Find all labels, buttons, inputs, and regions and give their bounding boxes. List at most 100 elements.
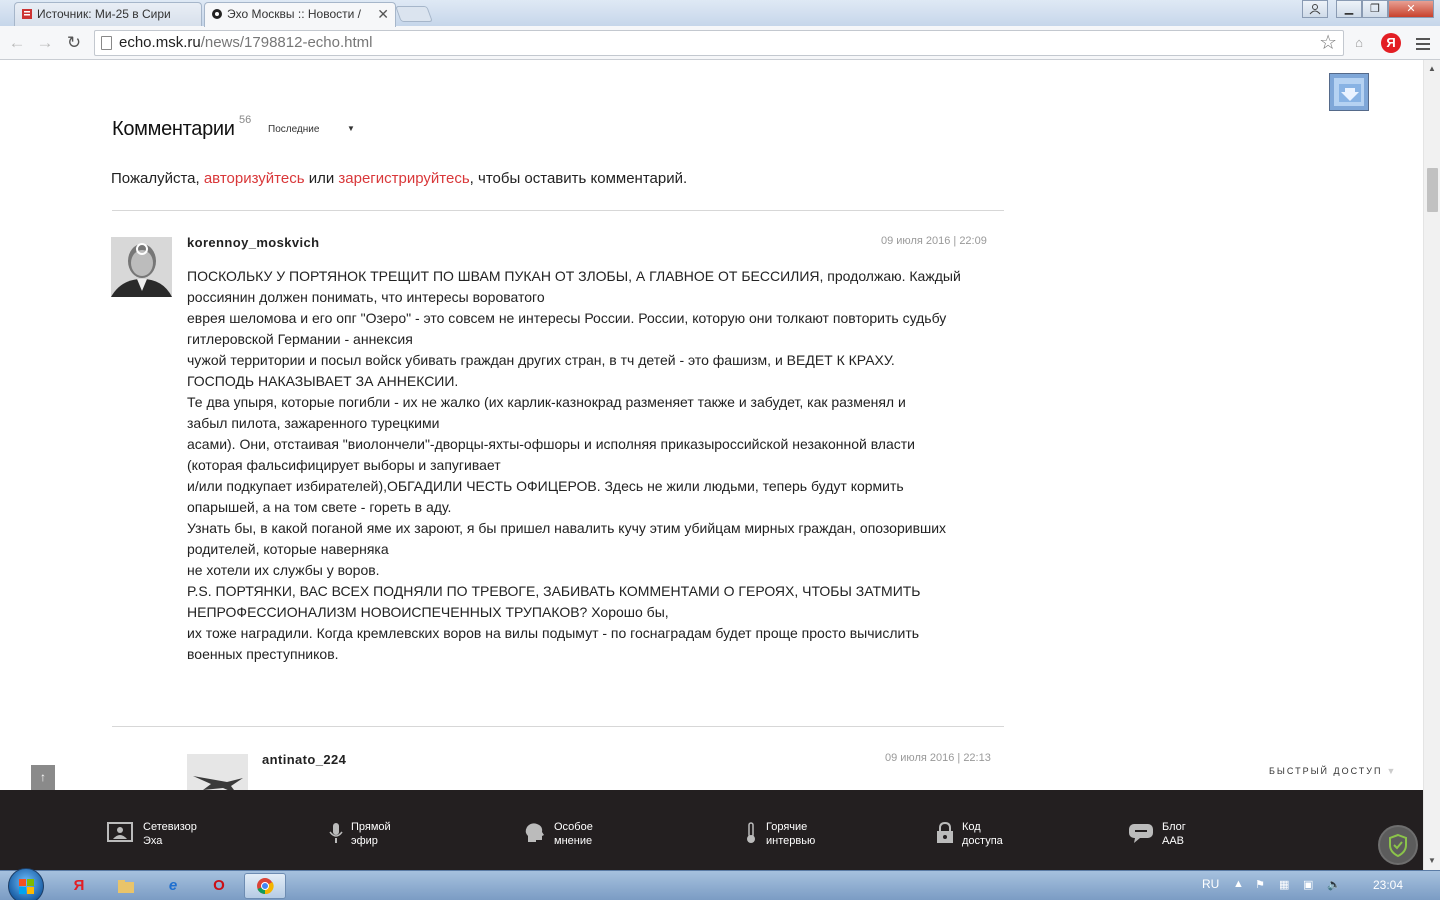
comment-line: военных преступников. xyxy=(187,646,339,662)
close-window-button[interactable]: ✕ xyxy=(1388,0,1434,18)
comment-timestamp: 09 июля 2016 | 22:09 xyxy=(881,235,987,247)
nav-label: доступа xyxy=(962,835,1003,847)
protection-button[interactable] xyxy=(1378,825,1418,865)
quick-access-toggle[interactable]: БЫСТРЫЙ ДОСТУП ▼ xyxy=(1269,766,1397,776)
auth-prompt: Пожалуйста, авторизуйтесь или зарегистри… xyxy=(111,170,687,187)
reload-button[interactable]: ↻ xyxy=(63,32,85,54)
user-photo xyxy=(187,754,248,790)
comment-line: P.S. ПОРТЯНКИ, ВАС ВСЕХ ПОДНЯЛИ ПО ТРЕВО… xyxy=(187,583,921,599)
browser-titlebar: Источник: Ми-25 в Сири Эхо Москвы :: Нов… xyxy=(0,0,1440,27)
yandex-extension-icon[interactable]: Я xyxy=(1381,33,1401,53)
tab-source[interactable]: Источник: Ми-25 в Сири xyxy=(14,2,202,26)
download-button[interactable] xyxy=(1329,73,1369,111)
clock[interactable]: 23:04 xyxy=(1373,878,1403,892)
language-indicator[interactable]: RU xyxy=(1202,877,1219,891)
speech-bubble-icon xyxy=(1128,822,1154,844)
explorer-taskbar-icon[interactable] xyxy=(105,873,147,899)
back-button[interactable]: ← xyxy=(6,32,28,54)
scroll-down-arrow-icon[interactable]: ▼ xyxy=(1428,856,1436,865)
start-button[interactable] xyxy=(8,868,44,900)
bookmark-star-icon[interactable]: ☆ xyxy=(1319,31,1337,55)
extension-icon[interactable]: ⌂ xyxy=(1348,32,1370,54)
nav-label: Сетевизор xyxy=(143,821,197,833)
document-favicon-icon xyxy=(22,9,32,19)
windows-logo-icon xyxy=(19,879,34,894)
chrome-taskbar-icon[interactable] xyxy=(244,873,286,899)
login-link[interactable]: авторизуйтесь xyxy=(204,170,305,187)
page-icon xyxy=(101,36,112,50)
comments-count: 56 xyxy=(239,114,252,126)
comment-line: еврея шеломова и его опг "Озеро" - это с… xyxy=(187,310,947,326)
comment-line: забыл пилота, зажаренного турецкими xyxy=(187,415,440,431)
arrow-up-icon: ↑ xyxy=(40,770,46,784)
minimize-icon: ▁ xyxy=(1344,3,1354,15)
tab-close-icon[interactable]: ✕ xyxy=(377,3,389,25)
nav-label: Горячие xyxy=(766,821,808,833)
comment-body: ПОСКОЛЬКУ У ПОРТЯНОК ТРЕЩИТ ПО ШВАМ ПУКА… xyxy=(187,266,1007,665)
scroll-up-arrow-icon[interactable]: ▲ xyxy=(1428,64,1436,73)
opera-taskbar-icon[interactable]: O xyxy=(198,873,240,899)
internet-explorer-taskbar-icon[interactable]: e xyxy=(152,873,194,899)
head-icon xyxy=(522,822,548,844)
profile-button[interactable] xyxy=(1302,0,1328,18)
nav-label: ААВ xyxy=(1162,835,1185,847)
avatar[interactable] xyxy=(187,754,248,790)
user-photo xyxy=(111,237,172,297)
comments-title: Комментарии xyxy=(112,118,235,140)
microphone-icon xyxy=(323,822,349,844)
nav-label: Прямой xyxy=(351,821,391,833)
url-domain: echo.msk.ru xyxy=(119,34,201,51)
comment-timestamp: 09 июля 2016 | 22:13 xyxy=(885,752,991,764)
tv-icon xyxy=(107,822,133,844)
comment-username[interactable]: antinato_224 xyxy=(262,752,346,767)
nav-label: интервью xyxy=(766,835,816,847)
echo-favicon-icon xyxy=(212,9,222,19)
auth-prefix: Пожалуйста, xyxy=(111,170,204,187)
nav-label: Код xyxy=(962,821,981,833)
yandex-label: Я xyxy=(1386,35,1396,50)
arrow-left-icon: ← xyxy=(8,33,26,52)
comment-line: асами). Они, отстаивая "виолончели"-двор… xyxy=(187,436,915,452)
tray-windows-icon[interactable]: ▦ xyxy=(1279,878,1289,891)
scroll-top-button[interactable]: ↑ xyxy=(31,765,55,790)
volume-icon[interactable]: 🔈 xyxy=(1327,878,1341,891)
auth-suffix: , чтобы оставить комментарий. xyxy=(469,170,688,187)
sort-dropdown[interactable]: Последние xyxy=(268,124,319,135)
url-text[interactable]: echo.msk.ru/news/1798812-echo.html xyxy=(119,31,372,55)
scrollbar-thumb[interactable] xyxy=(1427,168,1438,212)
nav-label: эфир xyxy=(351,835,378,847)
quick-access-label: БЫСТРЫЙ ДОСТУП xyxy=(1269,766,1383,776)
restore-icon: ❐ xyxy=(1370,3,1380,15)
arrow-right-icon: → xyxy=(36,33,54,52)
minimize-button[interactable]: ▁ xyxy=(1336,0,1362,18)
avatar[interactable] xyxy=(111,237,172,297)
divider xyxy=(112,726,1004,727)
comment-username[interactable]: korennoy_moskvich xyxy=(187,235,320,250)
new-tab-button[interactable] xyxy=(395,6,433,22)
tab-label: Эхо Москвы :: Новости / xyxy=(227,7,362,21)
chrome-menu-icon[interactable] xyxy=(1416,38,1430,53)
page-viewport: Комментарии 56 Последние ▼ Пожалуйста, а… xyxy=(0,60,1423,790)
comment-line: ПОСКОЛЬКУ У ПОРТЯНОК ТРЕЩИТ ПО ШВАМ ПУКА… xyxy=(187,268,961,284)
action-center-flag-icon[interactable]: ⚑ xyxy=(1255,878,1265,891)
comment-line: не хотели их службы у воров. xyxy=(187,562,380,578)
shield-icon xyxy=(1389,833,1407,858)
maximize-button[interactable]: ❐ xyxy=(1362,0,1388,18)
comment-line: их тоже наградили. Когда кремлевских вор… xyxy=(187,625,920,641)
comment-line: чужой территории и посыл войск убивать г… xyxy=(187,352,895,368)
vertical-scrollbar[interactable]: ▲ ▼ xyxy=(1423,60,1440,870)
network-icon[interactable]: ▣ xyxy=(1303,878,1313,891)
tab-echo[interactable]: Эхо Москвы :: Новости / ✕ xyxy=(204,2,396,27)
caret-down-icon[interactable]: ▼ xyxy=(347,124,355,133)
reload-icon: ↻ xyxy=(66,33,82,52)
comment-line: НЕПРОФЕССИОНАЛИЗМ НОВОИСПЕЧЕННЫХ ТРУПАКО… xyxy=(187,604,669,620)
nav-label: мнение xyxy=(554,835,593,847)
download-arrow-icon xyxy=(1339,84,1361,102)
register-link[interactable]: зарегистрируйтесь xyxy=(338,170,469,187)
address-bar[interactable]: echo.msk.ru/news/1798812-echo.html ☆ xyxy=(94,30,1344,56)
bottom-nav-bar: Сетевизор Эха Прямой эфир Особое мнение Гор… xyxy=(0,790,1423,870)
forward-button[interactable]: → xyxy=(34,32,56,54)
yandex-browser-taskbar-icon[interactable]: Я xyxy=(58,873,100,899)
nav-label: Блог xyxy=(1162,821,1186,833)
show-hidden-icons-icon[interactable]: ▲ xyxy=(1233,878,1244,890)
